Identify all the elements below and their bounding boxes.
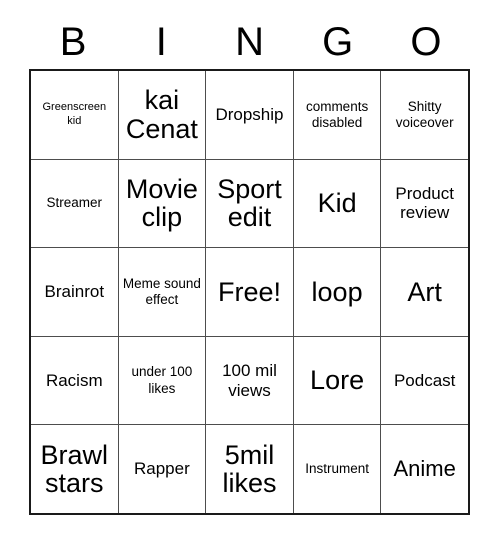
bingo-cell[interactable]: Sport edit bbox=[206, 159, 294, 248]
bingo-header-letter-o: O bbox=[410, 20, 442, 64]
bingo-header-row: BINGO bbox=[29, 18, 470, 66]
bingo-cell-label: Streamer bbox=[46, 195, 103, 211]
bingo-cell[interactable]: Product review bbox=[381, 159, 468, 248]
bingo-card: B I N G O Greenscreen kid kai Cenat Dropship co… bbox=[0, 0, 500, 544]
bingo-row: Brawl stars Rapper 5mil likes Instrument Ani… bbox=[31, 425, 468, 513]
bingo-row: Brainrot Meme sound effect Free! loop Art bbox=[31, 248, 468, 337]
bingo-cell-label: Product review bbox=[395, 183, 454, 223]
bingo-cell-label: Brainrot bbox=[44, 282, 105, 302]
bingo-header-letter-n: N bbox=[235, 20, 264, 64]
bingo-cell[interactable]: Art bbox=[381, 248, 468, 336]
bingo-cell-label: Art bbox=[407, 276, 442, 307]
bingo-cell-label: Rapper bbox=[134, 459, 190, 479]
bingo-cell[interactable]: comments disabled bbox=[293, 71, 382, 159]
bingo-cell-label: Lore bbox=[310, 365, 365, 396]
bingo-cell-label: Dropship bbox=[215, 105, 284, 125]
bingo-cell-label: Meme sound effect bbox=[122, 275, 201, 307]
bingo-cell-label: 5mil likes bbox=[222, 439, 277, 499]
bingo-grid: Greenscreen kid kai Cenat Dropship comments… bbox=[29, 69, 470, 515]
bingo-header-letter-g: G bbox=[322, 20, 354, 64]
bingo-cell-label: Podcast bbox=[393, 370, 456, 390]
bingo-cell[interactable]: loop bbox=[293, 248, 382, 336]
bingo-cell[interactable]: Movie clip bbox=[118, 159, 207, 248]
bingo-cell[interactable]: Racism bbox=[31, 336, 119, 425]
bingo-cell[interactable]: Podcast bbox=[381, 336, 468, 425]
bingo-cell[interactable]: Greenscreen kid bbox=[31, 71, 119, 159]
bingo-cell-label: Movie clip bbox=[125, 174, 198, 233]
bingo-cell[interactable]: Lore bbox=[293, 336, 382, 425]
bingo-cell[interactable]: Streamer bbox=[31, 159, 119, 248]
bingo-cell[interactable]: under 100 likes bbox=[118, 336, 207, 425]
bingo-cell-label: kai Cenat bbox=[125, 85, 198, 144]
bingo-cell-label: Racism bbox=[45, 370, 103, 390]
bingo-row: Streamer Movie clip Sport edit Kid Product r… bbox=[31, 159, 468, 249]
bingo-cell-label: Brawl stars bbox=[40, 439, 109, 499]
bingo-cell-label: Anime bbox=[393, 456, 456, 482]
bingo-cell[interactable]: Anime bbox=[381, 425, 468, 513]
bingo-cell-label: Shitty voiceover bbox=[395, 98, 454, 130]
bingo-free-space-cell[interactable]: Free! bbox=[206, 248, 294, 336]
bingo-cell-label: Greenscreen kid bbox=[42, 101, 107, 127]
bingo-cell[interactable]: Kid bbox=[293, 159, 382, 248]
bingo-cell[interactable]: Brawl stars bbox=[31, 425, 119, 513]
bingo-cell[interactable]: Dropship bbox=[206, 71, 294, 159]
bingo-cell-label: Free! bbox=[217, 276, 281, 307]
bingo-cell-label: Instrument bbox=[305, 461, 369, 477]
bingo-cell[interactable]: 100 mil views bbox=[206, 336, 294, 425]
bingo-cell[interactable]: Shitty voiceover bbox=[381, 71, 468, 159]
bingo-cell[interactable]: kai Cenat bbox=[118, 71, 207, 159]
bingo-header-letter-b: B bbox=[59, 20, 87, 64]
bingo-cell-label: under 100 likes bbox=[131, 364, 193, 396]
bingo-cell-label: comments disabled bbox=[305, 98, 369, 130]
bingo-cell[interactable]: Meme sound effect bbox=[118, 248, 207, 336]
bingo-header-letter-i: I bbox=[155, 20, 167, 64]
bingo-cell-label: loop bbox=[311, 276, 363, 307]
bingo-cell[interactable]: 5mil likes bbox=[206, 425, 294, 513]
bingo-cell[interactable]: Rapper bbox=[118, 425, 207, 513]
bingo-cell[interactable]: Instrument bbox=[293, 425, 382, 513]
bingo-row: Racism under 100 likes 100 mil views Lore Po… bbox=[31, 336, 468, 426]
bingo-cell-label: Sport edit bbox=[217, 174, 282, 233]
bingo-cell[interactable]: Brainrot bbox=[31, 248, 119, 336]
bingo-cell-label: 100 mil views bbox=[222, 361, 277, 400]
bingo-row: Greenscreen kid kai Cenat Dropship comments… bbox=[31, 71, 468, 160]
bingo-cell-label: Kid bbox=[317, 188, 357, 219]
